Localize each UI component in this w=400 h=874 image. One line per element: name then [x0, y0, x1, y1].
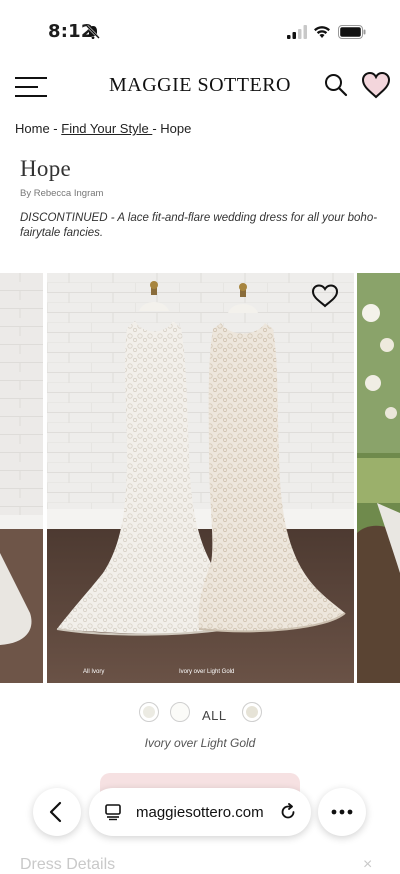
battery-icon — [338, 25, 366, 39]
tab-overview-icon[interactable] — [104, 803, 122, 821]
breadcrumb: Home - Find Your Style - Hope — [15, 121, 191, 136]
carousel-main-image[interactable] — [47, 273, 354, 683]
browser-back-button[interactable] — [33, 788, 81, 836]
wishlist-heart-icon[interactable] — [311, 283, 339, 309]
more-dots-icon — [331, 809, 353, 815]
wifi-icon — [314, 26, 330, 38]
carousel-next-image[interactable] — [357, 273, 400, 683]
image-caption-all-ivory: All Ivory — [83, 669, 105, 675]
dress-photo-main — [47, 273, 354, 683]
browser-url-text[interactable]: maggiesottero.com — [136, 804, 264, 821]
product-designer: By Rebecca Ingram — [20, 188, 104, 199]
status-bar: 8:12 — [0, 0, 400, 62]
product-title: Hope — [20, 156, 72, 181]
bell-muted-icon — [86, 25, 100, 39]
selected-color-label: Ivory over Light Gold — [144, 736, 256, 750]
color-swatch-ivory-over-light-gold[interactable] — [242, 702, 262, 722]
dress-details-accordion[interactable]: Dress Details — [20, 856, 115, 874]
browser-more-button[interactable] — [318, 788, 366, 836]
site-header: MAGGIE SOTTERO — [0, 62, 400, 110]
breadcrumb-separator: - — [49, 121, 62, 136]
favorites-heart-icon[interactable] — [360, 69, 392, 101]
dress-photo-prev — [0, 273, 43, 683]
chevron-left-icon — [49, 801, 62, 823]
search-icon[interactable] — [323, 72, 349, 98]
breadcrumb-home[interactable]: Home — [15, 121, 50, 136]
signal-icon — [287, 25, 307, 39]
reload-icon[interactable] — [279, 803, 297, 821]
breadcrumb-find-your-style[interactable]: Find Your Style — [61, 121, 152, 136]
color-swatch-all-ivory[interactable] — [170, 702, 190, 722]
breadcrumb-current: Hope — [160, 121, 192, 136]
dress-photo-next — [357, 273, 400, 683]
product-description: DISCONTINUED - A lace fit-and-flare wedd… — [20, 212, 378, 239]
carousel-prev-image[interactable] — [0, 273, 43, 683]
accordion-toggle-icon[interactable]: × — [363, 856, 372, 874]
product-image-carousel[interactable]: All Ivory Ivory over Light Gold — [0, 273, 400, 683]
all-colors-option[interactable]: ALL — [202, 708, 227, 723]
color-swatch-ivory-bisque[interactable] — [139, 702, 159, 722]
image-caption-ivory-over-light-gold: Ivory over Light Gold — [179, 669, 235, 675]
